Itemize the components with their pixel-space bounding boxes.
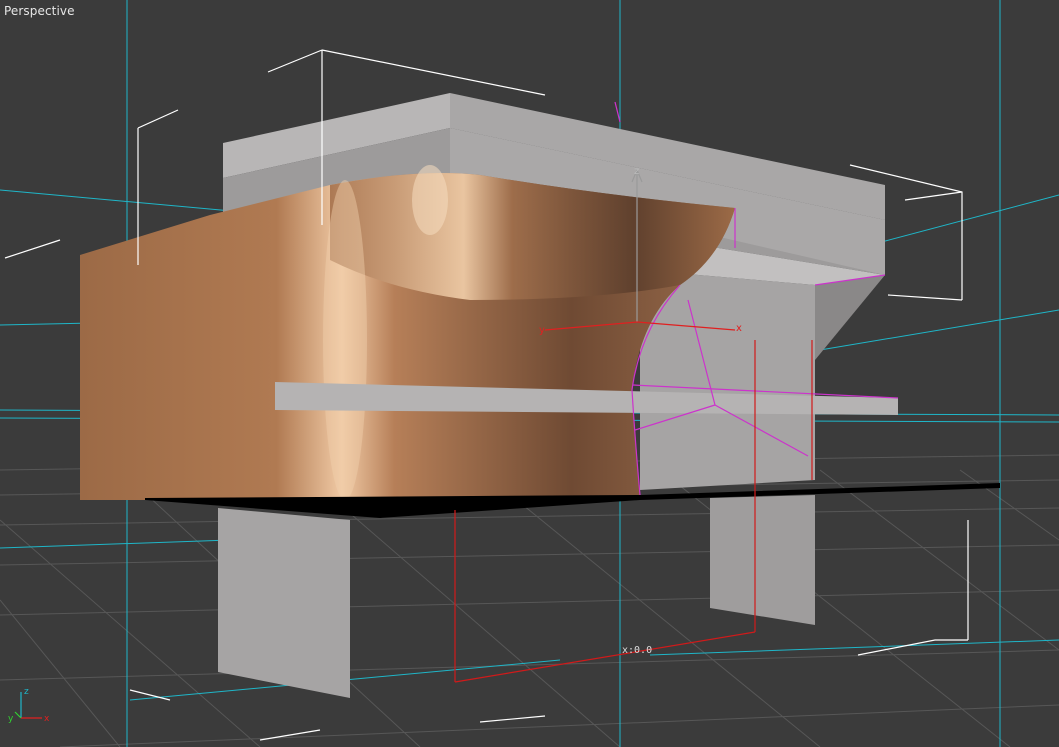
tripod-z-label: z [24, 687, 29, 697]
leg-objects[interactable] [218, 495, 815, 698]
gizmo-y-label: y [539, 325, 545, 336]
gizmo-x-label: x [736, 323, 742, 334]
viewport-scene[interactable]: z y x [0, 0, 1059, 747]
axis-tripod-icon: z x y [8, 687, 50, 724]
gizmo-z-label: z [634, 166, 639, 177]
coordinate-readout: x:0.0 [622, 645, 653, 656]
tripod-y-label: y [8, 714, 14, 724]
viewport-label[interactable]: Perspective [4, 4, 75, 18]
perspective-viewport[interactable]: z y x Perspective x:0.0 z x y [0, 0, 1059, 747]
tripod-x-label: x [44, 714, 50, 724]
